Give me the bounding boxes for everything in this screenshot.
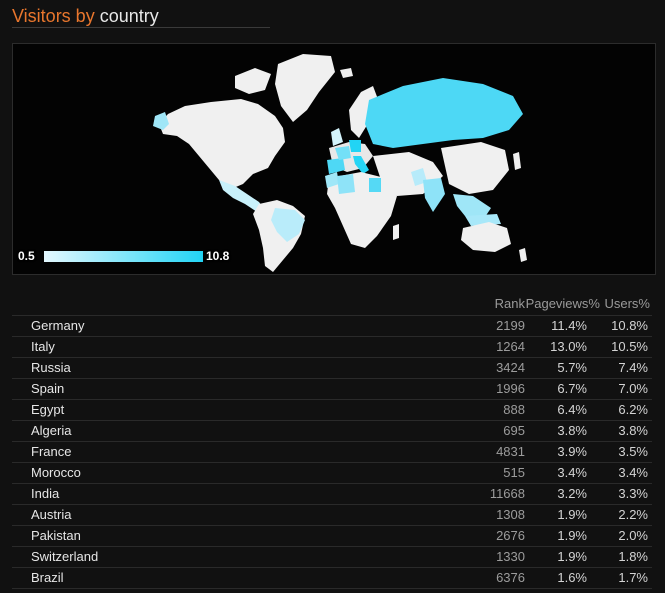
- map-north-america[interactable]: [159, 99, 285, 189]
- pageviews-value: 5.7%: [557, 360, 587, 375]
- country-table: Rank Pageviews% Users% Germany 2199 11.4…: [12, 293, 652, 589]
- header-pageviews[interactable]: Pageviews%: [526, 293, 600, 315]
- users-value: 6.2%: [618, 402, 648, 417]
- rank-value: 515: [503, 465, 525, 480]
- pageviews-value: 13.0%: [550, 339, 587, 354]
- header-users[interactable]: Users%: [604, 293, 650, 315]
- pageviews-value: 3.4%: [557, 465, 587, 480]
- table-row-india[interactable]: India 11668 3.2% 3.3%: [12, 483, 652, 504]
- table-header: Rank Pageviews% Users%: [12, 293, 652, 315]
- country-name: Russia: [31, 360, 71, 375]
- map-new-zealand[interactable]: [519, 248, 527, 262]
- country-name: France: [31, 444, 72, 459]
- table-row-italy[interactable]: Italy 1264 13.0% 10.5%: [12, 336, 652, 357]
- map-iceland[interactable]: [340, 68, 353, 78]
- table-row-germany[interactable]: Germany 2199 11.4% 10.8%: [12, 315, 652, 336]
- users-value: 2.2%: [618, 507, 648, 522]
- country-name: Germany: [31, 318, 85, 333]
- rank-value: 1308: [496, 507, 525, 522]
- rank-value: 6376: [496, 570, 525, 585]
- users-value: 2.0%: [618, 528, 648, 543]
- map-madagascar[interactable]: [393, 224, 399, 240]
- title-rest-text: country: [94, 6, 159, 26]
- rank-value: 4831: [496, 444, 525, 459]
- pageviews-value: 1.6%: [557, 570, 587, 585]
- table-row-russia[interactable]: Russia 3424 5.7% 7.4%: [12, 357, 652, 378]
- page-title: Visitors by country: [12, 3, 270, 28]
- title-accent-text: Visitors by: [12, 6, 95, 26]
- map-east-asia[interactable]: [441, 142, 509, 194]
- users-value: 10.8%: [611, 318, 648, 333]
- rank-value: 888: [503, 402, 525, 417]
- table-row-egypt[interactable]: Egypt 888 6.4% 6.2%: [12, 399, 652, 420]
- rank-value: 3424: [496, 360, 525, 375]
- table-row-spain[interactable]: Spain 1996 6.7% 7.0%: [12, 378, 652, 399]
- table-row-austria[interactable]: Austria 1308 1.9% 2.2%: [12, 504, 652, 525]
- table-row-algeria[interactable]: Algeria 695 3.8% 3.8%: [12, 420, 652, 441]
- map-arctic-islands[interactable]: [235, 68, 271, 94]
- country-name: Spain: [31, 381, 65, 396]
- map-russia[interactable]: [365, 78, 523, 148]
- country-name: Switzerland: [31, 549, 99, 564]
- table-row-pakistan[interactable]: Pakistan 2676 1.9% 2.0%: [12, 525, 652, 546]
- pageviews-value: 6.7%: [557, 381, 587, 396]
- table-row-france[interactable]: France 4831 3.9% 3.5%: [12, 441, 652, 462]
- users-value: 3.8%: [618, 423, 648, 438]
- map-india[interactable]: [423, 178, 445, 212]
- table-row-morocco[interactable]: Morocco 515 3.4% 3.4%: [12, 462, 652, 483]
- users-value: 3.3%: [618, 486, 648, 501]
- rank-value: 1996: [496, 381, 525, 396]
- legend-gradient-bar: [44, 251, 203, 262]
- country-name: Egypt: [31, 402, 65, 417]
- rank-value: 695: [503, 423, 525, 438]
- country-name: Algeria: [31, 423, 72, 438]
- rank-value: 1264: [496, 339, 525, 354]
- map-legend: 0.5 10.8: [18, 248, 248, 264]
- pageviews-value: 3.2%: [557, 486, 587, 501]
- world-map[interactable]: [13, 44, 655, 274]
- pageviews-value: 11.4%: [551, 318, 587, 333]
- table-row-brazil[interactable]: Brazil 6376 1.6% 1.7%: [12, 567, 652, 589]
- users-value: 1.7%: [618, 570, 648, 585]
- country-name: Pakistan: [31, 528, 81, 543]
- map-greenland[interactable]: [275, 54, 335, 122]
- map-spain[interactable]: [327, 158, 345, 174]
- users-value: 7.0%: [618, 381, 648, 396]
- rank-value: 2676: [496, 528, 525, 543]
- map-germany[interactable]: [349, 140, 361, 152]
- pageviews-value: 1.9%: [557, 528, 587, 543]
- users-value: 3.4%: [618, 465, 648, 480]
- pageviews-value: 1.9%: [557, 549, 587, 564]
- table-body: Germany 2199 11.4% 10.8% Italy 1264 13.0…: [12, 315, 652, 589]
- pageviews-value: 6.4%: [557, 402, 587, 417]
- legend-min-label: 0.5: [18, 249, 35, 263]
- rank-value: 2199: [496, 318, 525, 333]
- map-uk[interactable]: [331, 128, 343, 146]
- pageviews-value: 1.9%: [557, 507, 587, 522]
- users-value: 3.5%: [618, 444, 648, 459]
- rank-value: 1330: [496, 549, 525, 564]
- table-row-switzerland[interactable]: Switzerland 1330 1.9% 1.8%: [12, 546, 652, 567]
- country-name: India: [31, 486, 60, 501]
- users-value: 10.5%: [611, 339, 648, 354]
- map-japan[interactable]: [513, 152, 521, 170]
- map-egypt[interactable]: [369, 178, 381, 192]
- header-rank[interactable]: Rank: [495, 293, 525, 315]
- legend-max-label: 10.8: [206, 249, 230, 263]
- country-name: Austria: [31, 507, 72, 522]
- country-name: Italy: [31, 339, 55, 354]
- country-name: Brazil: [31, 570, 64, 585]
- users-value: 7.4%: [618, 360, 648, 375]
- map-australia[interactable]: [461, 222, 511, 252]
- pageviews-value: 3.8%: [557, 423, 587, 438]
- rank-value: 11668: [489, 486, 525, 501]
- users-value: 1.8%: [618, 549, 648, 564]
- world-map-panel: 0.5 10.8: [12, 43, 656, 275]
- pageviews-value: 3.9%: [557, 444, 587, 459]
- map-algeria[interactable]: [337, 174, 355, 194]
- country-name: Morocco: [31, 465, 81, 480]
